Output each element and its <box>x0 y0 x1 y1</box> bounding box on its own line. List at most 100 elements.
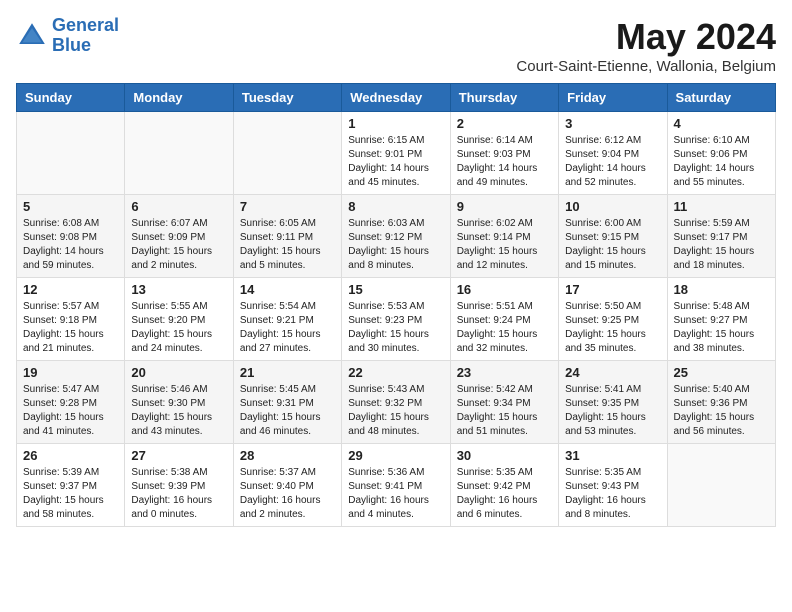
calendar-table: SundayMondayTuesdayWednesdayThursdayFrid… <box>16 83 776 527</box>
week-row-3: 12 Sunrise: 5:57 AMSunset: 9:18 PMDayligh… <box>17 278 776 361</box>
day-cell-7: 7Sunrise: 6:05 AMSunset: 9:11 PMDaylight… <box>233 195 341 278</box>
day-cell-17: 17 Sunrise: 5:50 AMSunset: 9:25 PMDayligh… <box>559 278 667 361</box>
day-info: Sunrise: 5:39 AMSunset: 9:37 PMDaylight:… <box>23 466 118 522</box>
day-number: 24 <box>565 365 660 380</box>
empty-cell <box>125 112 233 195</box>
day-info: Sunrise: 5:47 AMSunset: 9:28 PMDaylight:… <box>23 383 118 439</box>
day-cell-19: 19Sunrise: 5:47 AMSunset: 9:28 PMDayligh… <box>17 361 125 444</box>
day-info: Sunrise: 6:08 AMSunset: 9:08 PMDaylight:… <box>23 217 118 273</box>
day-info: Sunrise: 5:43 AMSunset: 9:32 PMDaylight:… <box>348 383 443 439</box>
day-number: 15 <box>348 282 443 297</box>
day-cell-24: 24 Sunrise: 5:41 AMSunset: 9:35 PMDayligh… <box>559 361 667 444</box>
day-number: 12 <box>23 282 118 297</box>
day-info: Sunrise: 5:55 AMSunset: 9:20 PMDaylight:… <box>131 300 226 356</box>
day-number: 16 <box>457 282 552 297</box>
day-info: Sunrise: 5:46 AMSunset: 9:30 PMDaylight:… <box>131 383 226 439</box>
day-info: Sunrise: 5:51 AMSunset: 9:24 PMDaylight:… <box>457 300 552 356</box>
week-row-2: 5 Sunrise: 6:08 AMSunset: 9:08 PMDaylight… <box>17 195 776 278</box>
day-cell-2: 2Sunrise: 6:14 AMSunset: 9:03 PMDaylight… <box>450 112 558 195</box>
day-number: 14 <box>240 282 335 297</box>
weekday-header-wednesday: Wednesday <box>342 84 450 112</box>
day-cell-23: 23 Sunrise: 5:42 AMSunset: 9:34 PMDayligh… <box>450 361 558 444</box>
day-number: 26 <box>23 448 118 463</box>
day-cell-26: 26 Sunrise: 5:39 AMSunset: 9:37 PMDayligh… <box>17 444 125 527</box>
day-number: 31 <box>565 448 660 463</box>
day-info: Sunrise: 6:07 AMSunset: 9:09 PMDaylight:… <box>131 217 226 273</box>
day-number: 11 <box>674 199 769 214</box>
day-info: Sunrise: 6:10 AMSunset: 9:06 PMDaylight:… <box>674 134 769 190</box>
day-cell-3: 3Sunrise: 6:12 AMSunset: 9:04 PMDaylight… <box>559 112 667 195</box>
day-number: 29 <box>348 448 443 463</box>
day-cell-22: 22 Sunrise: 5:43 AMSunset: 9:32 PMDayligh… <box>342 361 450 444</box>
logo-general: General <box>52 15 119 35</box>
day-cell-18: 18Sunrise: 5:48 AMSunset: 9:27 PMDayligh… <box>667 278 775 361</box>
day-number: 21 <box>240 365 335 380</box>
day-cell-13: 13 Sunrise: 5:55 AMSunset: 9:20 PMDayligh… <box>125 278 233 361</box>
weekday-header-sunday: Sunday <box>17 84 125 112</box>
day-cell-16: 16 Sunrise: 5:51 AMSunset: 9:24 PMDayligh… <box>450 278 558 361</box>
week-row-1: 1Sunrise: 6:15 AMSunset: 9:01 PMDaylight… <box>17 112 776 195</box>
day-info: Sunrise: 5:42 AMSunset: 9:34 PMDaylight:… <box>457 383 552 439</box>
page-header: General Blue May 2024 Court-Saint-Etienn… <box>16 16 776 75</box>
logo-icon <box>16 20 48 52</box>
day-cell-30: 30Sunrise: 5:35 AMSunset: 9:42 PMDayligh… <box>450 444 558 527</box>
day-number: 6 <box>131 199 226 214</box>
day-cell-10: 10Sunrise: 6:00 AMSunset: 9:15 PMDayligh… <box>559 195 667 278</box>
day-info: Sunrise: 6:03 AMSunset: 9:12 PMDaylight:… <box>348 217 443 273</box>
day-cell-12: 12 Sunrise: 5:57 AMSunset: 9:18 PMDayligh… <box>17 278 125 361</box>
title-block: May 2024 Court-Saint-Etienne, Wallonia, … <box>516 16 776 75</box>
day-cell-9: 9Sunrise: 6:02 AMSunset: 9:14 PMDaylight… <box>450 195 558 278</box>
day-number: 13 <box>131 282 226 297</box>
day-number: 18 <box>674 282 769 297</box>
day-number: 10 <box>565 199 660 214</box>
weekday-header-thursday: Thursday <box>450 84 558 112</box>
day-info: Sunrise: 6:05 AMSunset: 9:11 PMDaylight:… <box>240 217 335 273</box>
day-number: 20 <box>131 365 226 380</box>
weekday-header-row: SundayMondayTuesdayWednesdayThursdayFrid… <box>17 84 776 112</box>
day-cell-29: 29 Sunrise: 5:36 AMSunset: 9:41 PMDayligh… <box>342 444 450 527</box>
day-cell-31: 31 Sunrise: 5:35 AMSunset: 9:43 PMDayligh… <box>559 444 667 527</box>
month-title: May 2024 <box>516 16 776 58</box>
day-cell-8: 8Sunrise: 6:03 AMSunset: 9:12 PMDaylight… <box>342 195 450 278</box>
day-cell-28: 28 Sunrise: 5:37 AMSunset: 9:40 PMDayligh… <box>233 444 341 527</box>
day-info: Sunrise: 5:35 AMSunset: 9:43 PMDaylight:… <box>565 466 660 522</box>
day-cell-1: 1Sunrise: 6:15 AMSunset: 9:01 PMDaylight… <box>342 112 450 195</box>
day-number: 5 <box>23 199 118 214</box>
week-row-4: 19Sunrise: 5:47 AMSunset: 9:28 PMDayligh… <box>17 361 776 444</box>
weekday-header-saturday: Saturday <box>667 84 775 112</box>
weekday-header-monday: Monday <box>125 84 233 112</box>
day-cell-5: 5 Sunrise: 6:08 AMSunset: 9:08 PMDaylight… <box>17 195 125 278</box>
location-title: Court-Saint-Etienne, Wallonia, Belgium <box>516 58 776 75</box>
day-info: Sunrise: 5:38 AMSunset: 9:39 PMDaylight:… <box>131 466 226 522</box>
weekday-header-tuesday: Tuesday <box>233 84 341 112</box>
day-number: 25 <box>674 365 769 380</box>
day-number: 27 <box>131 448 226 463</box>
weekday-header-friday: Friday <box>559 84 667 112</box>
day-info: Sunrise: 6:14 AMSunset: 9:03 PMDaylight:… <box>457 134 552 190</box>
logo: General Blue <box>16 16 119 56</box>
day-info: Sunrise: 5:54 AMSunset: 9:21 PMDaylight:… <box>240 300 335 356</box>
day-number: 9 <box>457 199 552 214</box>
day-number: 28 <box>240 448 335 463</box>
day-cell-11: 11 Sunrise: 5:59 AMSunset: 9:17 PMDayligh… <box>667 195 775 278</box>
day-cell-6: 6 Sunrise: 6:07 AMSunset: 9:09 PMDaylight… <box>125 195 233 278</box>
logo-blue: Blue <box>52 35 91 55</box>
day-info: Sunrise: 5:36 AMSunset: 9:41 PMDaylight:… <box>348 466 443 522</box>
day-cell-21: 21 Sunrise: 5:45 AMSunset: 9:31 PMDayligh… <box>233 361 341 444</box>
day-info: Sunrise: 5:57 AMSunset: 9:18 PMDaylight:… <box>23 300 118 356</box>
day-cell-15: 15 Sunrise: 5:53 AMSunset: 9:23 PMDayligh… <box>342 278 450 361</box>
day-info: Sunrise: 5:59 AMSunset: 9:17 PMDaylight:… <box>674 217 769 273</box>
week-row-5: 26 Sunrise: 5:39 AMSunset: 9:37 PMDayligh… <box>17 444 776 527</box>
day-info: Sunrise: 5:41 AMSunset: 9:35 PMDaylight:… <box>565 383 660 439</box>
day-number: 1 <box>348 116 443 131</box>
day-number: 23 <box>457 365 552 380</box>
day-info: Sunrise: 5:45 AMSunset: 9:31 PMDaylight:… <box>240 383 335 439</box>
day-cell-25: 25 Sunrise: 5:40 AMSunset: 9:36 PMDayligh… <box>667 361 775 444</box>
day-info: Sunrise: 6:12 AMSunset: 9:04 PMDaylight:… <box>565 134 660 190</box>
day-info: Sunrise: 5:53 AMSunset: 9:23 PMDaylight:… <box>348 300 443 356</box>
day-info: Sunrise: 5:37 AMSunset: 9:40 PMDaylight:… <box>240 466 335 522</box>
day-number: 17 <box>565 282 660 297</box>
day-info: Sunrise: 5:50 AMSunset: 9:25 PMDaylight:… <box>565 300 660 356</box>
day-number: 22 <box>348 365 443 380</box>
day-info: Sunrise: 5:40 AMSunset: 9:36 PMDaylight:… <box>674 383 769 439</box>
